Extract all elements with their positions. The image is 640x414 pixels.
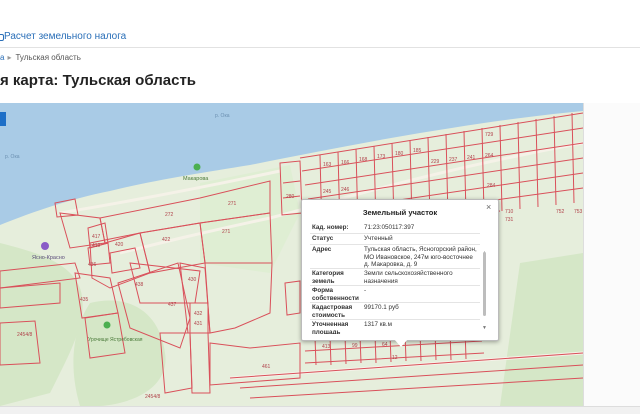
- header-divider: [0, 47, 640, 48]
- parcel-label: 753: [574, 209, 583, 215]
- place-pin-icon: [41, 242, 49, 250]
- parcel-label: 99: [352, 343, 358, 349]
- popup-label: Категория земель: [312, 270, 344, 285]
- parcel-label: 12: [392, 355, 398, 361]
- forest-patch: [200, 165, 300, 273]
- parcel-label: 284: [487, 183, 496, 189]
- parcel-label: 437: [168, 302, 177, 308]
- popup-scrollbar[interactable]: [483, 252, 486, 316]
- parcel-label: 168: [359, 157, 368, 163]
- parcel-label: 710: [505, 209, 514, 215]
- close-icon[interactable]: ×: [486, 202, 491, 212]
- parcel-label: 436: [88, 262, 97, 268]
- parcel-label: 237: [449, 157, 458, 163]
- parcel-label: 163: [323, 162, 332, 168]
- parcel-label: 422: [162, 237, 171, 243]
- popup-label: Кад. номер:: [312, 224, 349, 231]
- popup-value: 71:23:050117:397: [364, 224, 415, 231]
- place-label: Ясно-Красно: [32, 255, 65, 261]
- parcel-label: 413: [322, 344, 331, 350]
- popup-label: Форма собственности: [312, 287, 359, 302]
- parcel-label: 435: [80, 297, 89, 303]
- parcel-label: 245: [323, 189, 332, 195]
- row-divider: [310, 319, 480, 320]
- parcel-label: 417: [92, 234, 101, 240]
- parcel-label: 419: [92, 243, 101, 249]
- breadcrumb: а ▸ Тульская область: [0, 53, 81, 62]
- parcel-label: 420: [115, 242, 124, 248]
- river-label: р. Ока: [5, 154, 20, 160]
- popup-title: Земельный участок: [362, 208, 438, 217]
- parcel-label: 271: [228, 201, 237, 207]
- popup-label: Статус: [312, 235, 334, 242]
- forest-patch: [0, 243, 83, 406]
- place-label: Макарова: [183, 176, 209, 182]
- right-panel: [583, 103, 640, 406]
- popup-label: Адрес: [312, 246, 332, 253]
- layers-toggle-button[interactable]: [0, 112, 6, 126]
- land-tax-calc-link[interactable]: Расчет земельного налога: [4, 31, 126, 42]
- parcel-label: 431: [194, 321, 203, 327]
- popup-value: 1317 кв.м: [364, 321, 392, 328]
- parcel-label: 729: [485, 132, 494, 138]
- popup-body[interactable]: Кад. номер: 71:23:050117:397 Статус Учте…: [302, 222, 492, 334]
- forest-patch: [500, 253, 583, 406]
- scroll-down-icon[interactable]: ▼: [482, 325, 487, 331]
- popup-value: Учтенный: [364, 235, 393, 242]
- parcel-label: 2454/8: [17, 332, 33, 338]
- popup-value: -: [364, 287, 367, 294]
- parcel-label: 185: [413, 148, 422, 154]
- parcel-label: 2454/8: [145, 394, 161, 400]
- top-header: Расчет земельного налога: [0, 0, 640, 50]
- parcel-label: 438: [135, 282, 144, 288]
- parcel-info-popup[interactable]: Земельный участок × Кад. номер: 71:23:05…: [301, 199, 499, 341]
- breadcrumb-parent[interactable]: а: [0, 53, 4, 62]
- parcel-label: 241: [467, 155, 476, 161]
- parcel-label: 461: [262, 364, 271, 370]
- parcel-label: 430: [188, 277, 197, 283]
- park-icon: [103, 321, 111, 329]
- parcel-label: 264: [485, 153, 494, 159]
- parcel-label: 752: [556, 209, 565, 215]
- breadcrumb-current: Тульская область: [15, 53, 81, 62]
- parcel-label: 173: [377, 154, 386, 160]
- parcel-label: 731: [505, 217, 514, 223]
- parcel-label: 280: [286, 194, 295, 200]
- forest-patch: [73, 300, 166, 406]
- row-divider: [310, 285, 480, 286]
- popup-value: Земли сельскохозяйственного назначения: [364, 270, 453, 285]
- place-label: Урочище Ястребовская: [88, 337, 143, 343]
- parcel-label: 64: [382, 342, 388, 348]
- parcel-label: 272: [165, 212, 174, 218]
- row-divider: [310, 268, 480, 269]
- parcel-label: 271: [222, 229, 231, 235]
- parcel-label: 246: [341, 187, 350, 193]
- row-divider: [310, 302, 480, 303]
- popup-pointer: [394, 339, 408, 347]
- popup-value: 99170.1 руб: [364, 304, 399, 311]
- breadcrumb-arrow-icon: ▸: [7, 53, 12, 62]
- parcel-label: 229: [431, 159, 440, 165]
- river-label: р. Ока: [215, 113, 230, 119]
- popup-label: Уточненная площадь: [312, 321, 349, 334]
- row-divider: [310, 233, 480, 234]
- parcel-label: 180: [395, 151, 404, 157]
- page-title: я карта: Тульская область: [0, 72, 197, 89]
- popup-label: Кадастровая стоимость: [312, 304, 353, 319]
- row-divider: [310, 244, 480, 245]
- park-icon: [193, 163, 201, 171]
- parcel-label: 166: [341, 160, 350, 166]
- popup-value: Тульская область, Ясногорский район, МО …: [364, 246, 477, 268]
- parcel-label: 432: [194, 311, 203, 317]
